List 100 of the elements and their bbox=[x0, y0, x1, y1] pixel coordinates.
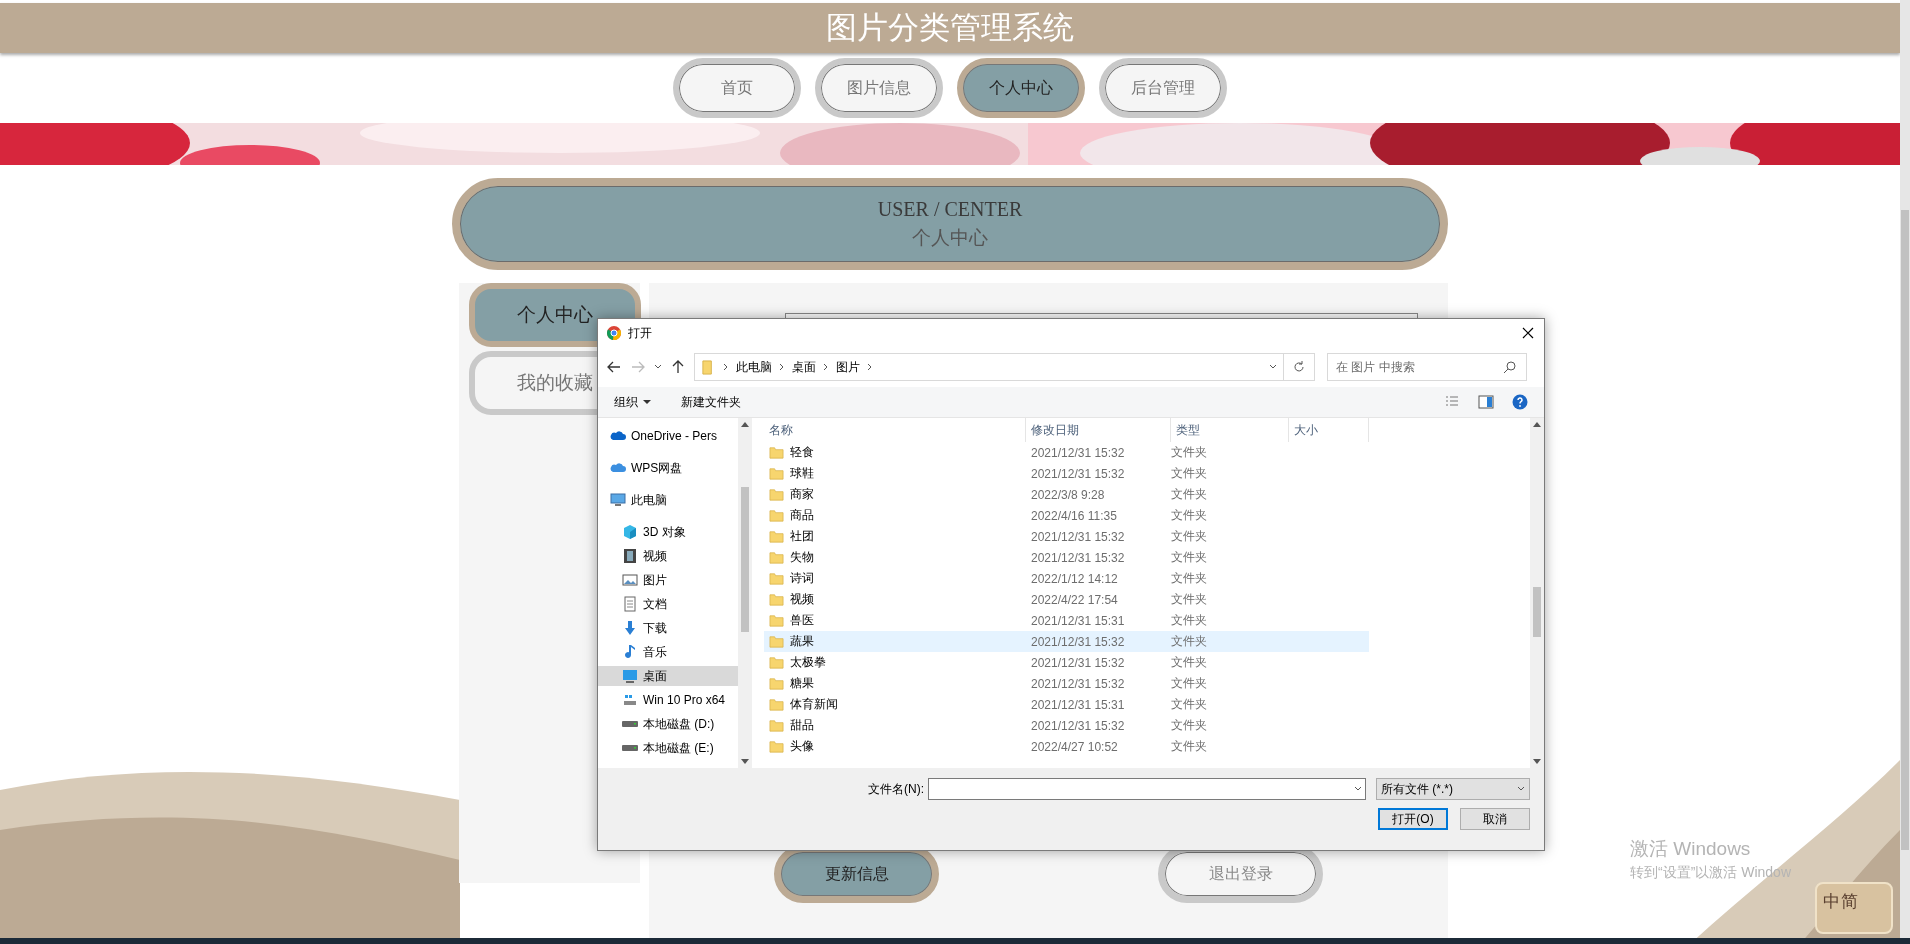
caret-icon bbox=[643, 398, 651, 406]
nav-tab[interactable]: 个人中心 bbox=[957, 58, 1085, 118]
ime-badge[interactable]: 中简 bbox=[1815, 882, 1893, 934]
file-type: 文件夹 bbox=[1171, 549, 1207, 566]
folder-icon bbox=[769, 676, 784, 691]
caret-icon[interactable] bbox=[1269, 363, 1277, 371]
nav-tab[interactable]: 首页 bbox=[673, 58, 801, 118]
address-bar[interactable]: 此电脑 桌面 图片 bbox=[694, 353, 1284, 381]
tree-item[interactable]: 视频 bbox=[598, 546, 738, 566]
tree-item[interactable]: OneDrive - Pers bbox=[598, 426, 738, 446]
file-type: 文件夹 bbox=[1171, 675, 1207, 692]
close-icon[interactable] bbox=[1520, 325, 1536, 341]
file-row[interactable]: 球鞋 2021/12/31 15:32 文件夹 bbox=[764, 463, 1369, 484]
help-icon[interactable] bbox=[1512, 394, 1528, 410]
back-icon[interactable] bbox=[606, 359, 622, 375]
refresh-button[interactable] bbox=[1283, 353, 1315, 381]
file-type: 文件夹 bbox=[1171, 570, 1207, 587]
column-header[interactable]: 类型 bbox=[1171, 418, 1289, 442]
monitor-icon bbox=[610, 492, 626, 508]
nav-tab[interactable]: 后台管理 bbox=[1099, 58, 1227, 118]
scrollbar[interactable] bbox=[1900, 0, 1910, 938]
file-row[interactable]: 体育新闻 2021/12/31 15:31 文件夹 bbox=[764, 694, 1369, 715]
modified-date: 2021/12/31 15:32 bbox=[1030, 718, 1126, 733]
column-header[interactable]: 名称 bbox=[764, 418, 1026, 442]
file-type: 文件夹 bbox=[1171, 528, 1207, 545]
breadcrumb-item[interactable]: 图片 bbox=[836, 358, 860, 376]
column-header[interactable]: 大小 bbox=[1289, 418, 1369, 442]
file-name: 商品 bbox=[790, 507, 814, 524]
tree-item[interactable]: 3D 对象 bbox=[598, 522, 738, 542]
file-row[interactable]: 视频 2022/4/22 17:54 文件夹 bbox=[764, 589, 1369, 610]
tree-item[interactable]: Win 10 Pro x64 bbox=[598, 690, 738, 710]
caret-icon bbox=[1517, 785, 1525, 793]
music-note-icon bbox=[622, 644, 638, 660]
file-name: 失物 bbox=[790, 549, 814, 566]
scroll-up-icon[interactable] bbox=[1533, 422, 1541, 427]
folder-icon bbox=[769, 487, 784, 502]
file-row[interactable]: 商品 2022/4/16 11:35 文件夹 bbox=[764, 505, 1369, 526]
tree-item[interactable]: 此电脑 bbox=[598, 490, 738, 510]
file-row[interactable]: 甜品 2021/12/31 15:32 文件夹 bbox=[764, 715, 1369, 736]
file-type: 文件夹 bbox=[1171, 465, 1207, 482]
tree-item[interactable]: WPS网盘 bbox=[598, 458, 738, 478]
search-field[interactable]: 在 图片 中搜索 bbox=[1327, 353, 1527, 381]
column-header[interactable]: 修改日期 bbox=[1026, 418, 1171, 442]
modified-date: 2022/4/22 17:54 bbox=[1030, 592, 1119, 607]
dialog-button[interactable]: 取消 bbox=[1460, 808, 1530, 830]
file-type: 文件夹 bbox=[1171, 444, 1207, 461]
scroll-thumb[interactable] bbox=[741, 487, 749, 632]
preview-pane-icon[interactable] bbox=[1478, 394, 1494, 410]
modified-date: 2021/12/31 15:32 bbox=[1030, 529, 1126, 544]
file-type: 文件夹 bbox=[1171, 486, 1207, 503]
breadcrumb-item[interactable]: 此电脑 bbox=[736, 358, 772, 376]
down-arrow-icon bbox=[622, 620, 638, 636]
file-name: 球鞋 bbox=[790, 465, 814, 482]
file-row[interactable]: 社团 2021/12/31 15:32 文件夹 bbox=[764, 526, 1369, 547]
up-arrow-icon[interactable] bbox=[670, 359, 686, 375]
file-type: 文件夹 bbox=[1171, 507, 1207, 524]
drive-icon bbox=[622, 745, 638, 751]
modified-date: 2022/1/12 14:12 bbox=[1030, 571, 1119, 586]
file-type: 文件夹 bbox=[1171, 696, 1207, 713]
file-name: 商家 bbox=[790, 486, 814, 503]
section-title: USER / CENTER bbox=[877, 197, 1023, 221]
scrollbar[interactable] bbox=[1530, 418, 1544, 768]
tree-item[interactable]: 音乐 bbox=[598, 642, 738, 662]
file-row[interactable]: 商家 2022/3/8 9:28 文件夹 bbox=[764, 484, 1369, 505]
file-row[interactable]: 诗词 2022/1/12 14:12 文件夹 bbox=[764, 568, 1369, 589]
dialog-button[interactable]: 打开(O) bbox=[1378, 808, 1448, 830]
filename-field[interactable] bbox=[928, 778, 1366, 800]
file-row[interactable]: 蔬果 2021/12/31 15:32 文件夹 bbox=[764, 631, 1369, 652]
file-row[interactable]: 兽医 2021/12/31 15:31 文件夹 bbox=[764, 610, 1369, 631]
scroll-up-icon[interactable] bbox=[741, 422, 749, 427]
breadcrumb-item[interactable]: 桌面 bbox=[792, 358, 816, 376]
section-subtitle: 个人中心 bbox=[912, 225, 988, 250]
tree-item[interactable]: 下载 bbox=[598, 618, 738, 638]
file-name: 太极拳 bbox=[790, 654, 826, 671]
file-row[interactable]: 头像 2022/4/27 10:52 文件夹 bbox=[764, 736, 1369, 757]
scroll-thumb[interactable] bbox=[1533, 587, 1541, 637]
scroll-down-icon[interactable] bbox=[741, 759, 749, 764]
file-name: 兽医 bbox=[790, 612, 814, 629]
desktop-icon bbox=[622, 668, 638, 684]
tree-item[interactable]: 本地磁盘 (D:) bbox=[598, 714, 738, 734]
tree-item[interactable]: 文档 bbox=[598, 594, 738, 614]
scroll-thumb[interactable] bbox=[1901, 210, 1909, 850]
tree-item[interactable]: 本地磁盘 (E:) bbox=[598, 738, 738, 758]
file-row[interactable]: 糖果 2021/12/31 15:32 文件夹 bbox=[764, 673, 1369, 694]
file-name: 糖果 bbox=[790, 675, 814, 692]
file-row[interactable]: 轻食 2021/12/31 15:32 文件夹 bbox=[764, 442, 1369, 463]
scrollbar[interactable] bbox=[738, 418, 752, 768]
tree-item[interactable]: 图片 bbox=[598, 570, 738, 590]
tree-item[interactable]: 桌面 bbox=[598, 666, 738, 686]
caret-icon[interactable] bbox=[654, 363, 662, 371]
file-type-dropdown[interactable]: 所有文件 (*.*) bbox=[1376, 778, 1530, 800]
drive-icon bbox=[622, 721, 638, 727]
folder-icon bbox=[769, 739, 784, 754]
nav-tab[interactable]: 图片信息 bbox=[815, 58, 943, 118]
scroll-down-icon[interactable] bbox=[1533, 759, 1541, 764]
cube-icon bbox=[622, 524, 638, 540]
file-row[interactable]: 失物 2021/12/31 15:32 文件夹 bbox=[764, 547, 1369, 568]
command-button[interactable]: 新建文件夹 bbox=[681, 393, 741, 411]
file-row[interactable]: 太极拳 2021/12/31 15:32 文件夹 bbox=[764, 652, 1369, 673]
file-name: 轻食 bbox=[790, 444, 814, 461]
